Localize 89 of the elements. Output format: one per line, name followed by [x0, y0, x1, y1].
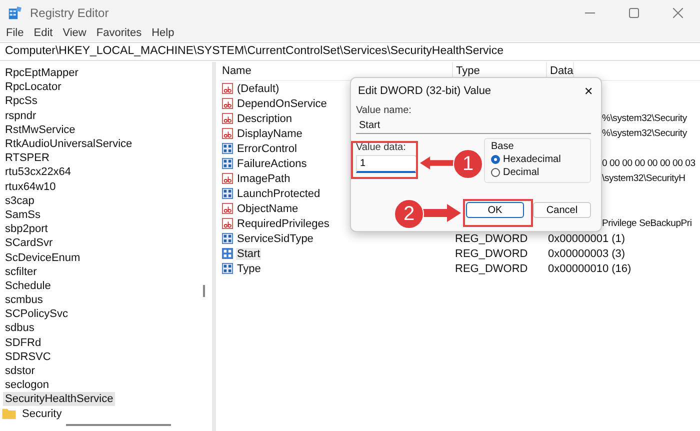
tree-item[interactable]: RTSPER — [3, 151, 52, 166]
value-data: Privilege SeBackupPri — [601, 218, 692, 229]
dialog-title: Edit DWORD (32-bit) Value — [358, 85, 492, 97]
field-label: Value name: — [356, 105, 412, 116]
menu-item[interactable]: Help — [152, 27, 174, 39]
tree-item[interactable]: RpcSs — [3, 94, 40, 108]
tree-item[interactable]: ScDeviceEnum — [3, 250, 82, 265]
binary-value-icon — [222, 263, 233, 274]
value-name[interactable]: ServiceSidType — [236, 232, 314, 244]
value-data: %\system32\Security — [601, 113, 687, 124]
tree-item[interactable]: Security — [20, 406, 64, 421]
tree-item[interactable]: RstMwService — [3, 122, 78, 137]
string-value-icon — [222, 83, 233, 94]
tree-item[interactable]: RtkAudioUniversalService — [3, 137, 134, 152]
binary-value-icon — [222, 188, 233, 199]
tree-item[interactable]: seclogon — [3, 378, 52, 392]
string-value-icon — [222, 218, 233, 229]
tree-item[interactable]: scmbus — [3, 293, 45, 308]
value-name[interactable]: LaunchProtected — [236, 188, 322, 200]
scrollbar-thumb[interactable] — [66, 424, 171, 426]
tree-item[interactable]: RpcLocator — [3, 80, 64, 94]
value-name[interactable]: DisplayName — [236, 128, 304, 140]
tree-item[interactable]: s3cap — [3, 194, 36, 208]
menu-item[interactable]: Edit — [34, 27, 53, 39]
tree-item[interactable]: Schedule — [3, 278, 53, 293]
maximize-icon[interactable] — [629, 8, 639, 18]
binary-value-icon — [222, 158, 233, 169]
close-icon[interactable] — [673, 8, 683, 18]
binary-value-icon — [222, 233, 233, 244]
value-type: REG_DWORD — [454, 232, 529, 244]
string-value-icon — [222, 173, 233, 184]
string-value-icon — [222, 98, 233, 109]
value-name[interactable]: ObjectName — [236, 202, 300, 214]
highlight-frame — [463, 199, 533, 227]
ok-button[interactable]: OK — [466, 202, 524, 218]
tree-item[interactable]: SCardSvr — [3, 236, 55, 250]
radio-button[interactable] — [491, 155, 500, 164]
address-bar[interactable]: Computer\HKEY_LOCAL_MACHINE\SYSTEM\CurrentControlSet\Services\SecurityHealthService — [0, 42, 700, 61]
field-label: Value data: — [356, 142, 407, 153]
value-name[interactable]: ImagePath — [236, 172, 292, 184]
tree-item[interactable]: sdbus — [3, 321, 36, 336]
tree-item[interactable]: SecurityHealthService — [3, 392, 116, 406]
string-value-icon — [222, 203, 233, 214]
tree-item[interactable]: RpcEptMapper — [3, 66, 80, 80]
value-data: 0x00000003 (3) — [547, 248, 626, 260]
radio-label[interactable]: Decimal — [503, 167, 540, 178]
value-name[interactable]: (Default) — [236, 82, 280, 94]
string-value-icon — [222, 128, 233, 139]
value-name[interactable]: FailureActions — [236, 158, 308, 170]
value-data: 0x00000010 (16) — [547, 262, 632, 274]
value-data: \system32\SecurityH — [601, 173, 686, 184]
tree-item[interactable]: sdstor — [3, 364, 37, 378]
tree-item[interactable]: SDFRd — [3, 336, 44, 350]
value-name-field[interactable]: Start — [356, 118, 591, 134]
window-title: Registry Editor — [30, 6, 109, 20]
menu-item[interactable]: File — [6, 27, 24, 39]
tree-item[interactable]: rtu53cx22x64 — [3, 165, 74, 180]
value-data: 0x00000001 (1) — [547, 232, 626, 244]
radio-label[interactable]: Hexadecimal — [503, 154, 561, 165]
value-name[interactable]: RequiredPrivileges — [236, 218, 330, 230]
tree-item[interactable]: SamSs — [3, 208, 42, 222]
scrollbar-thumb[interactable] — [203, 285, 205, 297]
value-name[interactable]: ErrorControl — [236, 142, 298, 154]
tree-item[interactable]: scfilter — [3, 264, 39, 279]
binary-value-icon — [222, 143, 233, 154]
highlight-frame — [351, 141, 418, 179]
value-type: REG_DWORD — [454, 262, 529, 274]
value-data: %\system32\Security — [601, 128, 687, 139]
close-button[interactable]: ✕ — [584, 84, 593, 98]
value-name[interactable]: DependOnService — [236, 98, 328, 110]
value-name[interactable]: Description — [236, 112, 294, 124]
radio-button[interactable] — [491, 168, 500, 177]
cancel-button[interactable]: Cancel — [533, 202, 591, 218]
menu-item[interactable]: Favorites — [96, 27, 142, 39]
value-name[interactable]: Type — [236, 262, 262, 274]
tree-item[interactable]: rspndr — [3, 108, 38, 123]
arrow-icon — [421, 203, 461, 223]
value-type: REG_DWORD — [454, 248, 529, 260]
group-label: Base — [491, 141, 515, 152]
binary-value-icon — [222, 248, 233, 259]
string-value-icon — [222, 113, 233, 124]
tree-item[interactable]: rtux64w10 — [3, 180, 58, 194]
registry-app-icon — [8, 6, 22, 20]
tree-item[interactable]: SDRSVC — [3, 350, 53, 364]
tree-item[interactable]: SCPolicySvc — [3, 307, 70, 322]
value-data: 0 00 00 00 00 00 00 03 — [601, 158, 696, 169]
value-name[interactable]: Start — [236, 248, 262, 260]
menu-item[interactable]: View — [62, 27, 86, 39]
tree-item[interactable]: sbp2port — [3, 222, 50, 236]
